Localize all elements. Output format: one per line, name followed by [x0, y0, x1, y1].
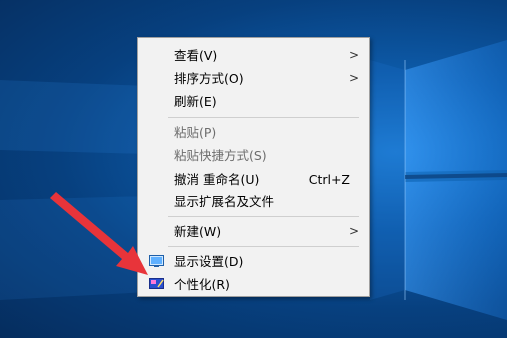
red-arrow-annotation — [50, 192, 148, 275]
